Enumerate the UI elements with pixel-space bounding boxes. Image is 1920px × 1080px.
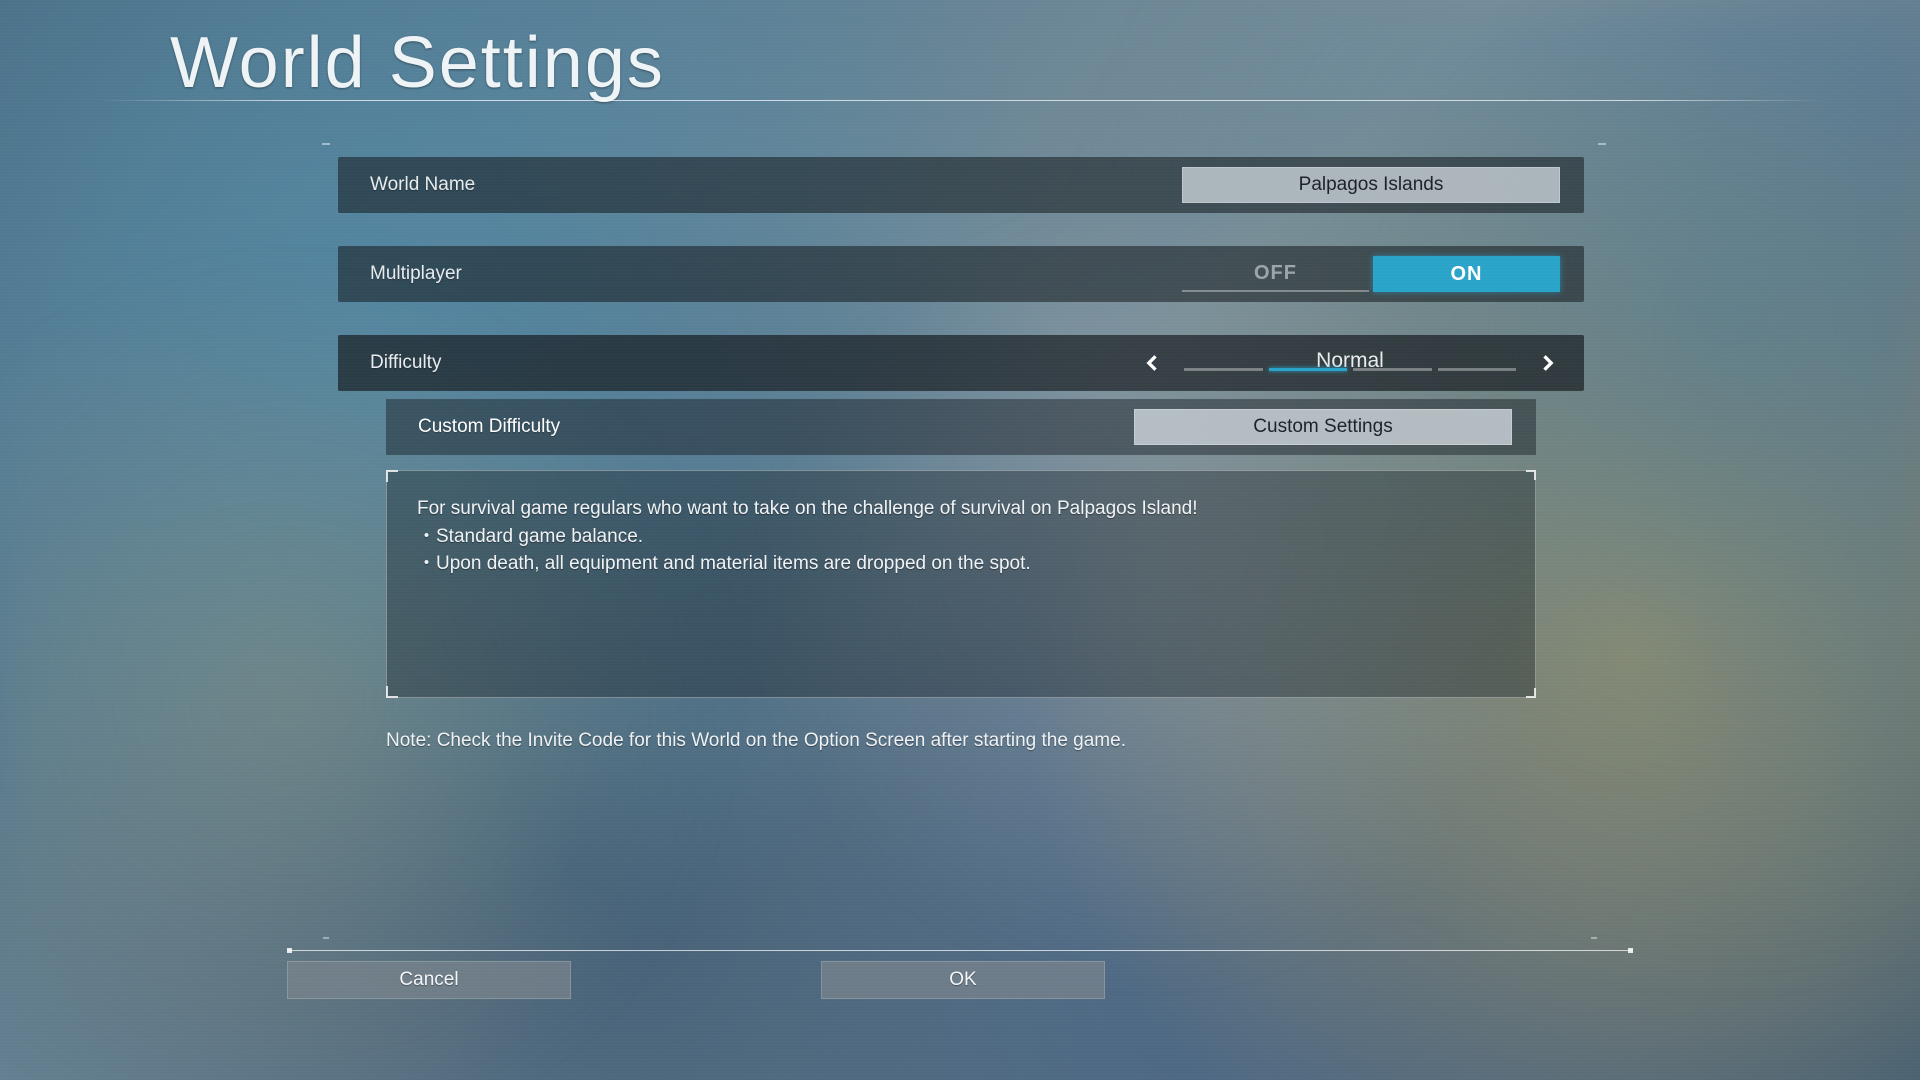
decorative-tick: [1591, 937, 1597, 939]
difficulty-next-button[interactable]: [1534, 350, 1560, 376]
row-difficulty: Difficulty Normal: [338, 335, 1584, 391]
row-custom-difficulty: Custom Difficulty Custom Settings: [386, 399, 1536, 455]
title-underline: [0, 100, 1920, 101]
difficulty-ticks: [1184, 368, 1516, 371]
difficulty-label: Difficulty: [370, 352, 441, 374]
multiplayer-on-button[interactable]: ON: [1373, 256, 1560, 292]
description-line: For survival game regulars who want to t…: [417, 495, 1505, 523]
row-world-name: World Name Palpagos Islands: [338, 157, 1584, 213]
page-title: World Settings: [170, 22, 665, 104]
decorative-tick: [323, 937, 329, 939]
description-line: ・Upon death, all equipment and material …: [417, 550, 1505, 578]
decorative-tick: [322, 143, 330, 145]
difficulty-selector: Normal: [1140, 349, 1560, 377]
multiplayer-off-button[interactable]: OFF: [1182, 256, 1369, 292]
custom-difficulty-label: Custom Difficulty: [418, 416, 560, 438]
ok-button[interactable]: OK: [821, 961, 1105, 999]
world-name-label: World Name: [370, 174, 475, 196]
cancel-button[interactable]: Cancel: [287, 961, 571, 999]
difficulty-tick: [1184, 368, 1263, 371]
description-line: ・Standard game balance.: [417, 523, 1505, 551]
decorative-tick: [1598, 143, 1606, 145]
difficulty-tick: [1353, 368, 1432, 371]
row-multiplayer: Multiplayer OFF ON: [338, 246, 1584, 302]
decorative-corner: [1526, 688, 1536, 698]
custom-settings-button[interactable]: Custom Settings: [1134, 409, 1512, 445]
difficulty-value: Normal: [1166, 349, 1534, 377]
chevron-right-icon: [1537, 353, 1557, 373]
invite-code-note: Note: Check the Invite Code for this Wor…: [386, 730, 1126, 752]
difficulty-prev-button[interactable]: [1140, 350, 1166, 376]
difficulty-tick: [1269, 368, 1348, 371]
difficulty-description: For survival game regulars who want to t…: [386, 470, 1536, 698]
difficulty-tick: [1438, 368, 1517, 371]
multiplayer-label: Multiplayer: [370, 263, 462, 285]
chevron-left-icon: [1143, 353, 1163, 373]
decorative-corner: [1526, 470, 1536, 480]
world-name-input[interactable]: Palpagos Islands: [1182, 167, 1560, 203]
multiplayer-toggle: OFF ON: [1182, 256, 1560, 292]
footer-divider: Cancel OK: [287, 950, 1633, 951]
